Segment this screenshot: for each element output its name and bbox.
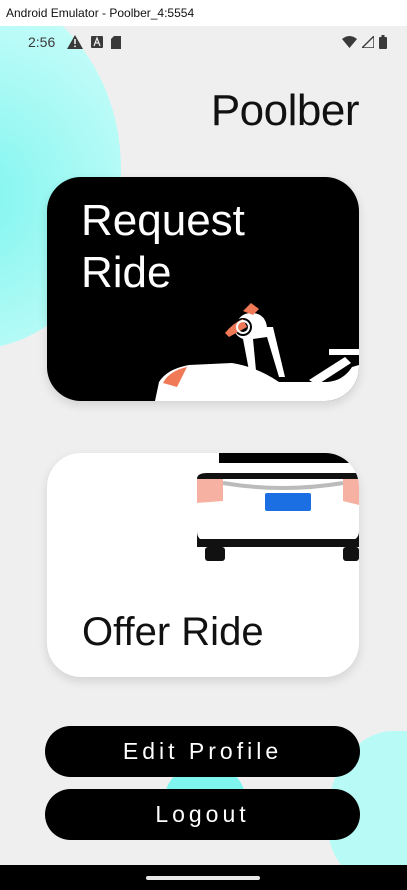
navigation-bar [0, 865, 407, 890]
offer-ride-card[interactable]: Offer Ride [47, 453, 359, 677]
a-badge-icon [91, 36, 104, 48]
car-with-person-icon [155, 303, 359, 401]
wifi-icon [342, 36, 357, 48]
window-title: Android Emulator - Poolber_4:5554 [0, 0, 407, 26]
app-screen: 2:56 Poolber Request Ride Offer Ride Edi… [0, 26, 407, 865]
request-ride-card[interactable]: Request Ride [47, 177, 359, 401]
edit-profile-button[interactable]: Edit Profile [45, 726, 360, 777]
offer-ride-label: Offer Ride [82, 610, 264, 654]
battery-icon [379, 35, 387, 49]
warning-icon [67, 35, 84, 49]
signal-icon [362, 36, 374, 48]
status-bar: 2:56 [0, 26, 407, 58]
sd-card-icon [111, 35, 122, 49]
app-title: Poolber [210, 86, 360, 135]
home-gesture-handle[interactable] [146, 876, 260, 880]
status-time: 2:56 [28, 34, 56, 50]
logout-button[interactable]: Logout [45, 789, 360, 840]
